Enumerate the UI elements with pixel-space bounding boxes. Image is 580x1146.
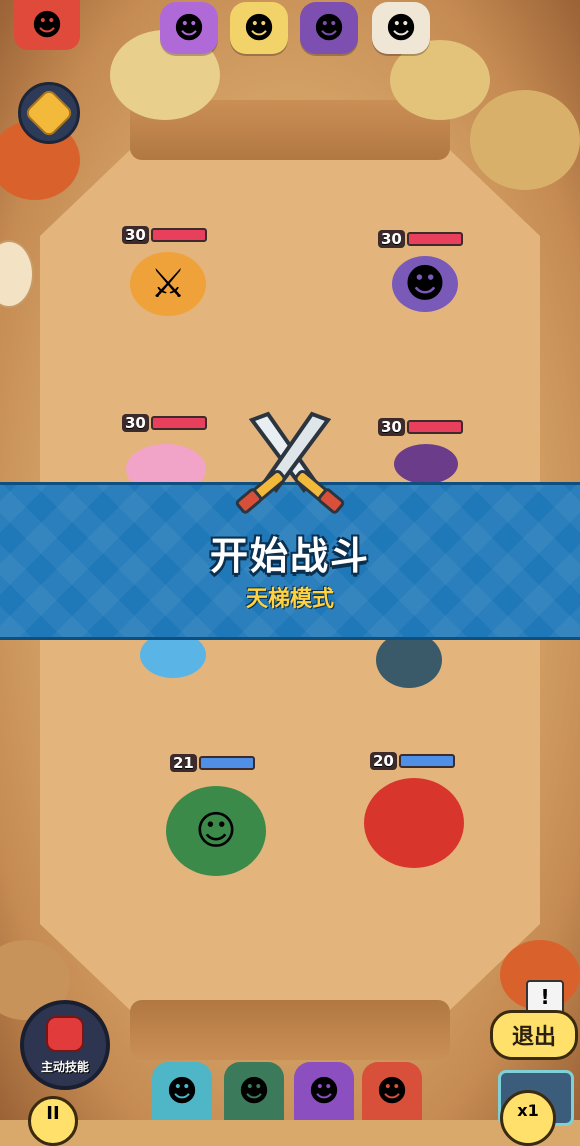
enemy-unit[interactable]: 30 ⚔ [100, 222, 240, 332]
rock-decoration [470, 90, 580, 190]
purple-fruit-hero-icon: ☻ [308, 1073, 340, 1109]
hp-fill [150, 416, 207, 430]
warning-icon[interactable]: ! [526, 980, 564, 1014]
boxing-glove-icon [46, 1015, 84, 1052]
bench-hero-slot[interactable]: ☻ [224, 1062, 284, 1120]
white-cat-icon: ☻ [243, 10, 275, 46]
enemy-portrait[interactable]: ☻ [300, 2, 358, 54]
jester-axe-icon: ☻ [392, 256, 458, 312]
crossed-swords-icon [235, 411, 345, 514]
teal-spiky-hero-icon: ☻ [166, 1073, 198, 1109]
relic-button[interactable] [18, 82, 80, 144]
unit-level: 30 [378, 418, 405, 436]
banner-title: 开始战斗 [209, 534, 370, 578]
active-skill-button[interactable]: 主动技能 [20, 1000, 110, 1090]
jester-mask-icon: ☻ [313, 10, 345, 46]
red-flower-monster-icon [364, 778, 464, 868]
health-bar: 30 [378, 230, 463, 248]
enemy-portrait[interactable]: ☻ [230, 2, 288, 54]
arena-wall-bottom [130, 1000, 450, 1060]
enemy-unit[interactable]: 30 [370, 414, 490, 484]
hp-fill [198, 756, 255, 770]
banner-subtitle: 天梯模式 [245, 587, 334, 612]
witch-cat-icon [394, 444, 458, 484]
green-scythe-knight-icon [376, 632, 442, 688]
unit-level: 20 [370, 752, 397, 770]
speed-button[interactable]: x1 [500, 1090, 556, 1146]
ally-unit[interactable]: 21 ☺ [140, 750, 290, 890]
hp-fill [398, 754, 455, 768]
health-bar: 20 [370, 752, 455, 770]
health-bar: 21 [170, 754, 255, 772]
health-bar: 30 [122, 414, 207, 432]
hp-fill [406, 232, 463, 246]
boxer-frog-icon: ☺ [166, 786, 266, 876]
red-fox-hero-icon: ☻ [376, 1073, 408, 1109]
bench-hero-slot[interactable]: ☻ [152, 1062, 212, 1120]
green-hood-hero-icon: ☻ [238, 1073, 270, 1109]
enemy-portrait[interactable]: ☻ [160, 2, 218, 54]
hp-fill [406, 420, 463, 434]
player-portrait[interactable]: ☻ [14, 0, 80, 50]
enemy-portrait[interactable]: ☻ [372, 2, 430, 54]
hexagon-gem-icon [23, 87, 75, 139]
health-bar: 30 [122, 226, 207, 244]
hp-fill [150, 228, 207, 242]
purple-cat-icon: ☻ [173, 10, 205, 46]
masked-hero-icon: ☻ [31, 7, 63, 43]
ally-unit[interactable]: 20 [350, 748, 490, 878]
lion-icon: ☻ [385, 10, 417, 46]
enemy-unit[interactable]: 30 [100, 410, 240, 494]
ally-unit[interactable] [362, 632, 472, 692]
bench-hero-slot[interactable]: ☻ [294, 1062, 354, 1120]
health-bar: 30 [378, 418, 463, 436]
enemy-unit[interactable]: 30 ☻ [370, 226, 490, 326]
exit-button[interactable]: 退出 [490, 1010, 578, 1060]
unit-level: 30 [122, 414, 149, 432]
tiger-dual-blade-icon: ⚔ [130, 252, 206, 316]
unit-level: 30 [378, 230, 405, 248]
bench-hero-slot[interactable]: ☻ [362, 1062, 422, 1120]
pause-button[interactable]: II [28, 1096, 78, 1146]
unit-level: 30 [122, 226, 149, 244]
skill-label: 主动技能 [40, 1059, 89, 1074]
unit-level: 21 [170, 754, 197, 772]
